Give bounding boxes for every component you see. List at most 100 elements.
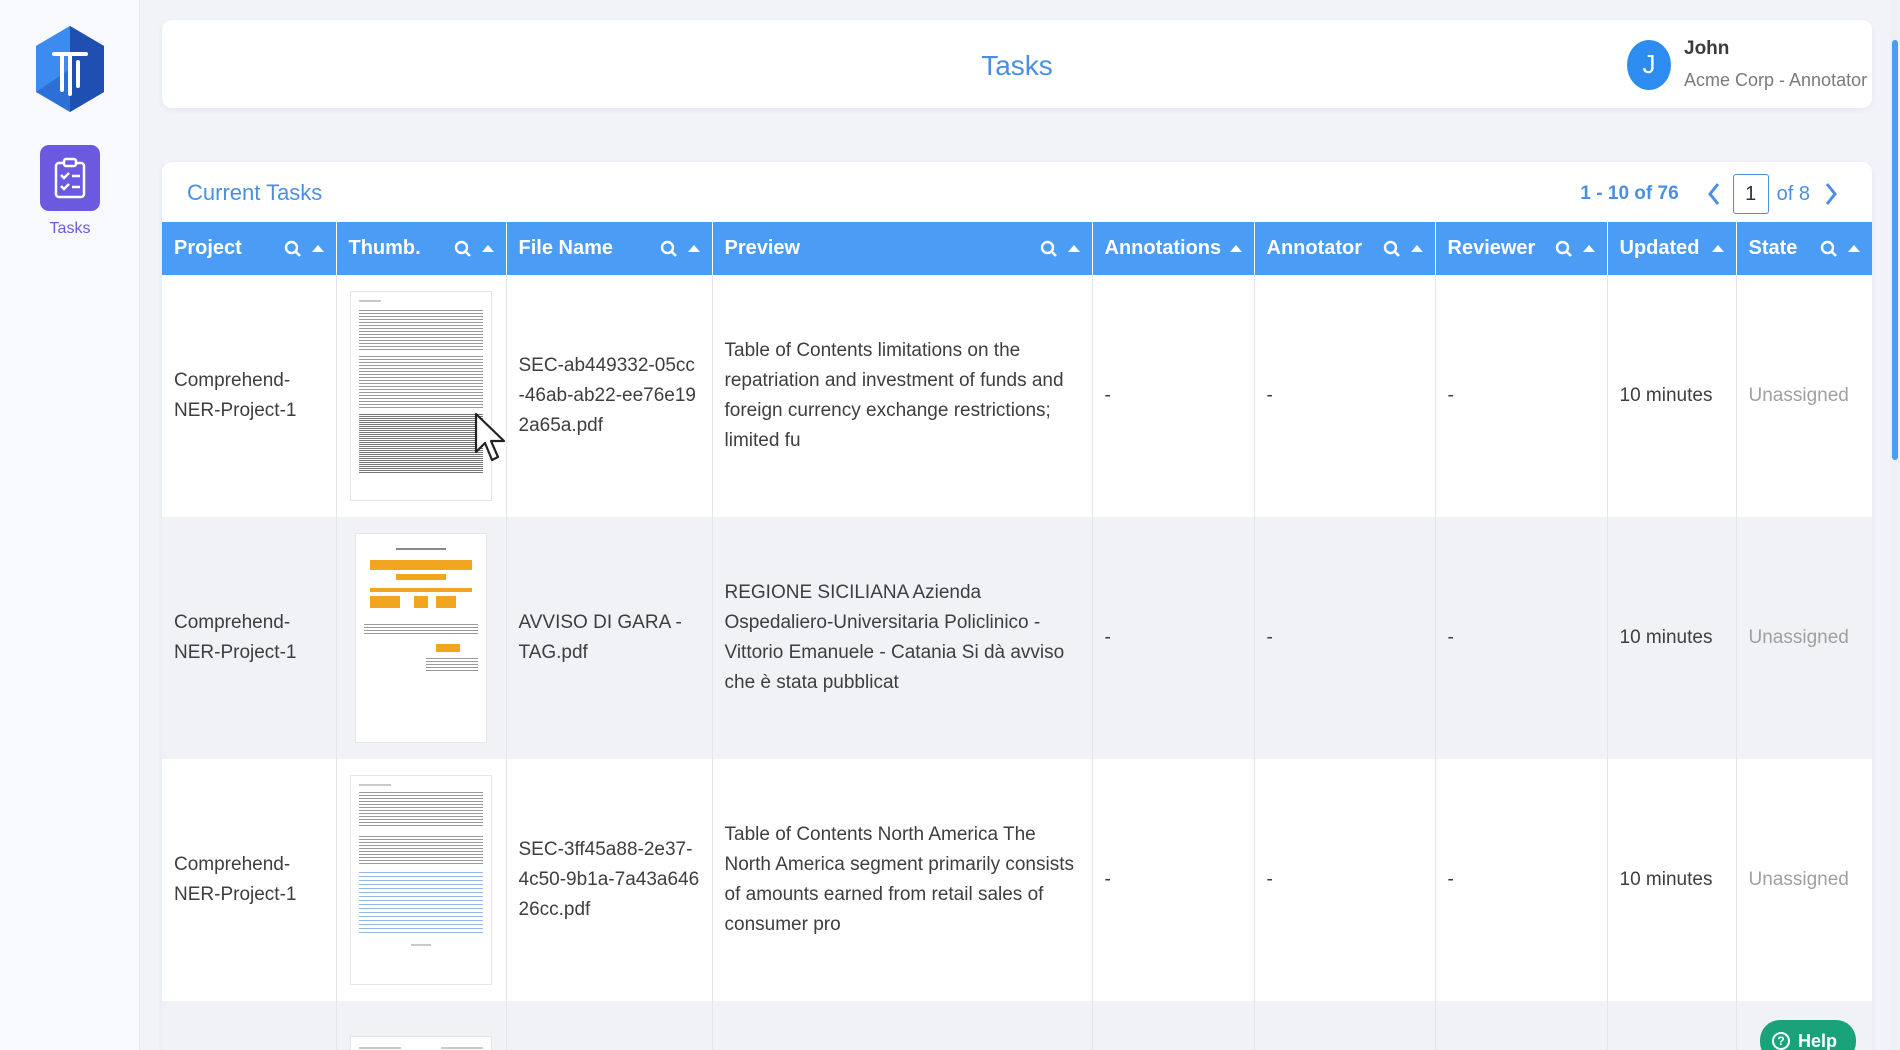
sort-asc-icon[interactable] <box>1067 245 1080 252</box>
cell-state: Unassigned <box>1748 627 1849 648</box>
column-label: Annotations <box>1104 237 1222 259</box>
cell-file-name: SEC-ab449332-05cc-46ab-ab22-ee76e192a65a… <box>506 275 713 517</box>
current-tasks-panel: Current Tasks 1 - 10 of 76 of 8 Project … <box>162 162 1872 1050</box>
cell-thumb[interactable] <box>336 1001 507 1050</box>
sidebar: Tasks <box>0 0 140 1050</box>
document-thumbnail[interactable] <box>350 775 492 985</box>
column-header-thumb[interactable]: Thumb. <box>336 222 507 275</box>
search-icon[interactable] <box>284 240 302 258</box>
document-thumbnail[interactable] <box>350 291 492 501</box>
cell-file-name: AVVISO DI GARA - TAG.pdf <box>506 517 713 759</box>
column-label: Annotator <box>1266 237 1363 259</box>
search-icon[interactable] <box>454 240 472 258</box>
next-page-button[interactable] <box>1820 179 1842 209</box>
cell-project: Comprehend-NER-Project-1 <box>162 517 337 759</box>
help-button[interactable]: ? Help <box>1760 1020 1856 1050</box>
cell-annotations: - <box>1092 759 1255 1001</box>
page-number-input[interactable] <box>1732 174 1769 214</box>
table-row[interactable] <box>162 1001 1872 1050</box>
cell-thumb[interactable] <box>336 275 507 517</box>
sidebar-item-tasks[interactable]: Tasks <box>30 140 110 240</box>
column-label: Project <box>174 237 242 259</box>
cell-file-name: SEC-3ff45a88-2e37-4c50-9b1a-7a43a64626cc… <box>506 759 713 1001</box>
cell-updated: 10 minutes <box>1607 517 1737 759</box>
cell-project: Comprehend-NER-Project-1 <box>162 759 337 1001</box>
cell-preview <box>712 1001 1093 1050</box>
column-header-annotations[interactable]: Annotations <box>1092 222 1255 275</box>
column-header-file-name[interactable]: File Name <box>506 222 713 275</box>
cell-annotator <box>1254 1001 1436 1050</box>
search-icon[interactable] <box>1040 240 1058 258</box>
column-header-preview[interactable]: Preview <box>712 222 1093 275</box>
tasks-table: Project Thumb. File Name Preview Annotat… <box>162 222 1872 1050</box>
pager-total: of 8 <box>1776 182 1810 205</box>
pager-range: 1 - 10 of 76 <box>1580 183 1679 204</box>
column-label: Updated <box>1619 237 1700 259</box>
column-label: File Name <box>518 237 613 259</box>
cell-annotator: - <box>1254 517 1436 759</box>
search-icon[interactable] <box>1555 240 1573 258</box>
cell-file-name <box>506 1001 713 1050</box>
sort-asc-icon[interactable] <box>1410 245 1423 252</box>
sort-asc-icon[interactable] <box>1711 245 1724 252</box>
column-header-updated[interactable]: Updated <box>1607 222 1737 275</box>
cell-annotations: - <box>1092 517 1255 759</box>
column-label: State <box>1748 237 1798 259</box>
sort-asc-icon[interactable] <box>1229 245 1242 252</box>
prev-page-button[interactable] <box>1703 179 1725 209</box>
document-thumbnail[interactable] <box>350 1036 492 1050</box>
table-row[interactable]: Comprehend-NER-Project-1 AVVISO DI GARA … <box>162 517 1872 759</box>
cell-reviewer: - <box>1435 517 1608 759</box>
panel-title: Current Tasks <box>187 180 323 205</box>
cell-annotator: - <box>1254 275 1436 517</box>
column-header-state[interactable]: State <box>1736 222 1872 275</box>
help-icon: ? <box>1772 1032 1790 1050</box>
column-header-annotator[interactable]: Annotator <box>1254 222 1436 275</box>
cell-preview: Table of Contents North America The Nort… <box>712 759 1093 1001</box>
search-icon[interactable] <box>1383 240 1401 258</box>
sort-asc-icon[interactable] <box>1582 245 1595 252</box>
cell-reviewer <box>1435 1001 1608 1050</box>
search-icon[interactable] <box>660 240 678 258</box>
sort-asc-icon[interactable] <box>1848 245 1860 252</box>
hexagon-logo-icon[interactable] <box>34 24 106 114</box>
sort-asc-icon[interactable] <box>481 245 494 252</box>
cell-thumb[interactable] <box>336 759 507 1001</box>
pagination: 1 - 10 of 76 of 8 <box>1580 172 1842 216</box>
cell-updated <box>1607 1001 1737 1050</box>
page-title: Tasks <box>981 50 1053 81</box>
cell-project: Comprehend-NER-Project-1 <box>162 275 337 517</box>
column-label: Reviewer <box>1447 237 1536 259</box>
cell-state: Unassigned <box>1748 869 1849 890</box>
sort-asc-icon[interactable] <box>687 245 700 252</box>
cell-thumb[interactable] <box>336 517 507 759</box>
user-name: John <box>1684 38 1730 59</box>
chevron-left-icon <box>1707 183 1719 205</box>
cell-reviewer: - <box>1435 275 1608 517</box>
table-row[interactable]: Comprehend-NER-Project-1 SEC-3ff45a88-2e… <box>162 759 1872 1001</box>
help-label: Help <box>1798 1030 1838 1050</box>
cell-reviewer: - <box>1435 759 1608 1001</box>
table-row[interactable]: Comprehend-NER-Project-1 SEC-ab449332-05… <box>162 275 1872 517</box>
chevron-right-icon <box>1825 183 1837 205</box>
clipboard-checklist-icon <box>40 145 100 211</box>
column-header-reviewer[interactable]: Reviewer <box>1435 222 1608 275</box>
page-scrollbar[interactable] <box>1890 0 1900 1050</box>
top-header: Tasks J John Acme Corp - Annotator <box>162 20 1872 108</box>
cell-preview: Table of Contents limitations on the rep… <box>712 275 1093 517</box>
cell-updated: 10 minutes <box>1607 275 1737 517</box>
cell-annotator: - <box>1254 759 1436 1001</box>
search-icon[interactable] <box>1820 240 1838 258</box>
cell-updated: 10 minutes <box>1607 759 1737 1001</box>
cell-preview: REGIONE SICILIANA Azienda Ospedaliero-Un… <box>712 517 1093 759</box>
document-thumbnail[interactable] <box>355 533 487 743</box>
column-label: Thumb. <box>348 237 421 259</box>
cell-project <box>162 1001 337 1050</box>
user-profile[interactable]: J John Acme Corp - Annotator <box>1627 38 1867 91</box>
sidebar-item-label: Tasks <box>49 220 91 237</box>
sort-asc-icon[interactable] <box>311 245 324 252</box>
cell-annotations: - <box>1092 275 1255 517</box>
scrollbar-thumb[interactable] <box>1892 40 1898 460</box>
column-header-project[interactable]: Project <box>162 222 337 275</box>
avatar[interactable]: J <box>1627 39 1671 90</box>
